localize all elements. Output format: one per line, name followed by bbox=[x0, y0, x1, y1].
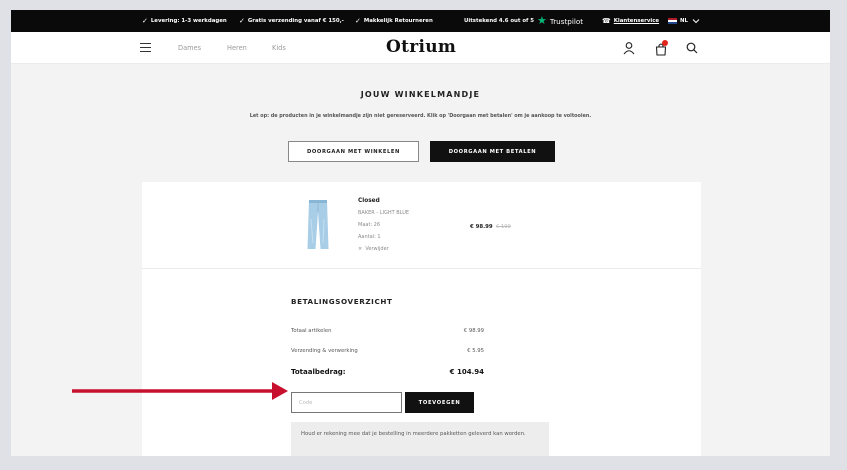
page-title: JOUW WINKELMANDJE bbox=[360, 90, 481, 99]
discount-code-input[interactable] bbox=[291, 392, 402, 413]
grand-total-value: € 104.94 bbox=[449, 368, 484, 376]
items-total-value: € 98.99 bbox=[463, 328, 484, 334]
cart-button[interactable] bbox=[654, 40, 668, 56]
product-quantity: Aantal: 1 bbox=[358, 234, 381, 240]
product-image[interactable] bbox=[307, 199, 329, 251]
annotation-arrow bbox=[72, 382, 288, 400]
shipping-info-box: Houd er rekening mee dat je bestelling i… bbox=[291, 422, 549, 456]
search-icon[interactable] bbox=[685, 41, 699, 55]
netherlands-flag-icon bbox=[668, 18, 677, 24]
menu-icon[interactable] bbox=[140, 43, 151, 52]
items-total-label: Totaal artikelen bbox=[291, 328, 332, 334]
trustpilot-rating[interactable]: Uitstekend 4.6 out of 5 ★ Trustpilot bbox=[464, 10, 583, 32]
usp-delivery: ✓ Levering: 1-3 werkdagen bbox=[142, 17, 227, 25]
checkout-button[interactable]: DOORGAAN MET BETALEN bbox=[430, 141, 555, 162]
nav-item-heren[interactable]: Heren bbox=[227, 32, 247, 64]
product-price: € 98.99 bbox=[470, 224, 493, 230]
check-icon: ✓ bbox=[355, 17, 361, 25]
cart-panel: Closed BAKER - LIGHT BLUE Maat: 26 Aanta… bbox=[142, 182, 701, 456]
product-original-price: € 199 bbox=[496, 224, 511, 230]
nav-item-dames[interactable]: Dames bbox=[178, 32, 201, 64]
customer-service-link[interactable]: ☎ Klantenservice bbox=[602, 10, 659, 32]
cart-count-badge bbox=[662, 40, 668, 46]
usp-returns: ✓ Makkelijk Retourneren bbox=[355, 17, 433, 25]
grand-total-label: Totaalbedrag: bbox=[291, 368, 346, 376]
usp-free-shipping: ✓ Gratis verzending vanaf € 150,- bbox=[239, 17, 344, 25]
account-icon[interactable] bbox=[622, 41, 636, 55]
shipping-label: Verzending & verwerking bbox=[291, 348, 358, 354]
phone-icon: ☎ bbox=[602, 17, 611, 25]
cart-item: Closed BAKER - LIGHT BLUE Maat: 26 Aanta… bbox=[142, 182, 701, 269]
reservation-notice: Let op: de producten in je winkelmandje … bbox=[249, 113, 592, 119]
continue-shopping-button[interactable]: DOORGAAN MET WINKELEN bbox=[288, 141, 419, 162]
check-icon: ✓ bbox=[142, 17, 148, 25]
trustpilot-star-icon: ★ bbox=[537, 14, 547, 27]
shipping-value: € 5.95 bbox=[467, 348, 484, 354]
language-selector[interactable]: NL bbox=[668, 10, 700, 32]
nav-item-kids[interactable]: Kids bbox=[272, 32, 286, 64]
product-size: Maat: 26 bbox=[358, 222, 381, 228]
site-logo[interactable]: Otrium bbox=[386, 37, 456, 57]
check-icon: ✓ bbox=[239, 17, 245, 25]
usp-bar: ✓ Levering: 1-3 werkdagen ✓ Gratis verze… bbox=[11, 10, 830, 32]
product-brand[interactable]: Closed bbox=[358, 198, 380, 204]
site-header: Dames Heren Kids Otrium bbox=[11, 32, 830, 64]
payment-summary-title: BETALINGSOVERZICHT bbox=[291, 297, 393, 306]
chevron-down-icon bbox=[692, 19, 700, 24]
remove-item-button[interactable]: × Verwijder bbox=[358, 246, 389, 252]
close-icon: × bbox=[358, 246, 363, 252]
product-name: BAKER - LIGHT BLUE bbox=[358, 210, 410, 216]
apply-code-button[interactable]: TOEVOEGEN bbox=[405, 392, 474, 413]
